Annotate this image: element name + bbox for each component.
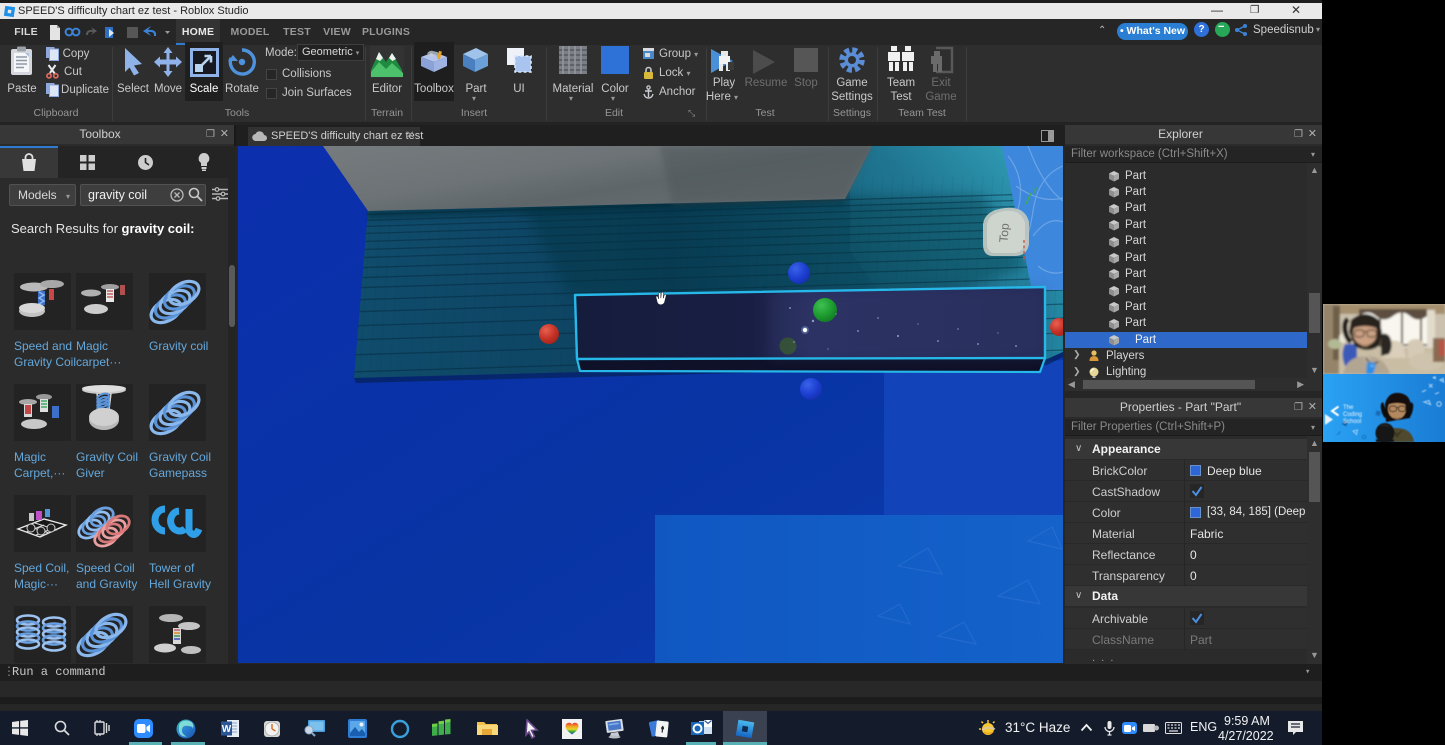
svg-text:y: y [1033,185,1037,194]
svg-text:The: The [1343,405,1354,411]
svg-text:W: W [222,724,232,735]
svg-text:School: School [1343,419,1361,425]
svg-text:Top: Top [996,222,1012,243]
svg-text:Coding: Coding [1343,412,1362,418]
